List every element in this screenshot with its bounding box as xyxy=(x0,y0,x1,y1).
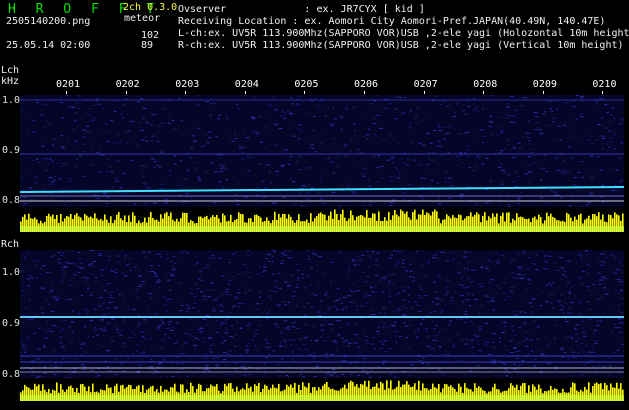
rch-count: 89 xyxy=(141,40,154,51)
time-tick-mark xyxy=(483,91,485,94)
time-tick-mark xyxy=(244,91,246,94)
lch-ytick-2: 0.9 xyxy=(2,145,21,156)
lch-ytick-1: 1.0 xyxy=(2,95,21,106)
observer-line: Ovserver : ex. JR7CYX [ kid ] xyxy=(178,4,425,15)
rch-ytick-3: 0.8 xyxy=(2,369,21,380)
time-tick-label: 0206 xyxy=(354,79,379,90)
time-tick-label: 0202 xyxy=(115,79,140,90)
time-tick-label: 0208 xyxy=(473,79,498,90)
lch-unit: kHz xyxy=(1,76,20,87)
time-tick-mark xyxy=(542,91,544,94)
time-tick-mark xyxy=(304,91,306,94)
time-tick-label: 0205 xyxy=(294,79,319,90)
time-tick-mark xyxy=(423,91,425,94)
filename-label: 2505140200.png xyxy=(6,16,91,27)
lch-spectrogram xyxy=(20,95,624,207)
rch-level-meter xyxy=(20,380,624,401)
rch-info-line: R-ch:ex. UV5R 113.900Mhz(SAPPORO VOR)USB… xyxy=(178,40,624,51)
time-tick-mark xyxy=(364,91,365,94)
datetime-label: 25.05.14 02:00 xyxy=(6,40,91,51)
time-tick-mark xyxy=(125,91,127,94)
time-tick-label: 0204 xyxy=(234,79,259,90)
lch-label: Lch xyxy=(1,65,20,76)
rch-ytick-2: 0.9 xyxy=(2,318,21,329)
rch-label: Rch xyxy=(1,239,20,250)
time-tick-label: 0210 xyxy=(592,79,617,90)
rch-spectrogram xyxy=(20,250,624,378)
location-line: Receiving Location : ex. Aomori City Aom… xyxy=(178,16,606,27)
time-tick-label: 0201 xyxy=(56,79,81,90)
lch-info-line: L-ch:ex. UV5R 113.900Mhz(SAPPORO VOR)USB… xyxy=(178,28,629,39)
time-tick-mark xyxy=(602,91,604,94)
time-tick-label: 0207 xyxy=(413,79,438,90)
time-tick-label: 0209 xyxy=(532,79,557,90)
time-tick-label: 0203 xyxy=(175,79,200,90)
lch-level-meter xyxy=(20,209,624,232)
version-label: 2ch 0.3.0 xyxy=(123,2,178,13)
mode-label: meteor xyxy=(124,13,161,24)
rch-ytick-1: 1.0 xyxy=(2,267,21,278)
time-tick-mark xyxy=(66,91,67,94)
lch-ytick-3: 0.8 xyxy=(2,195,21,206)
time-tick-mark xyxy=(185,91,187,94)
